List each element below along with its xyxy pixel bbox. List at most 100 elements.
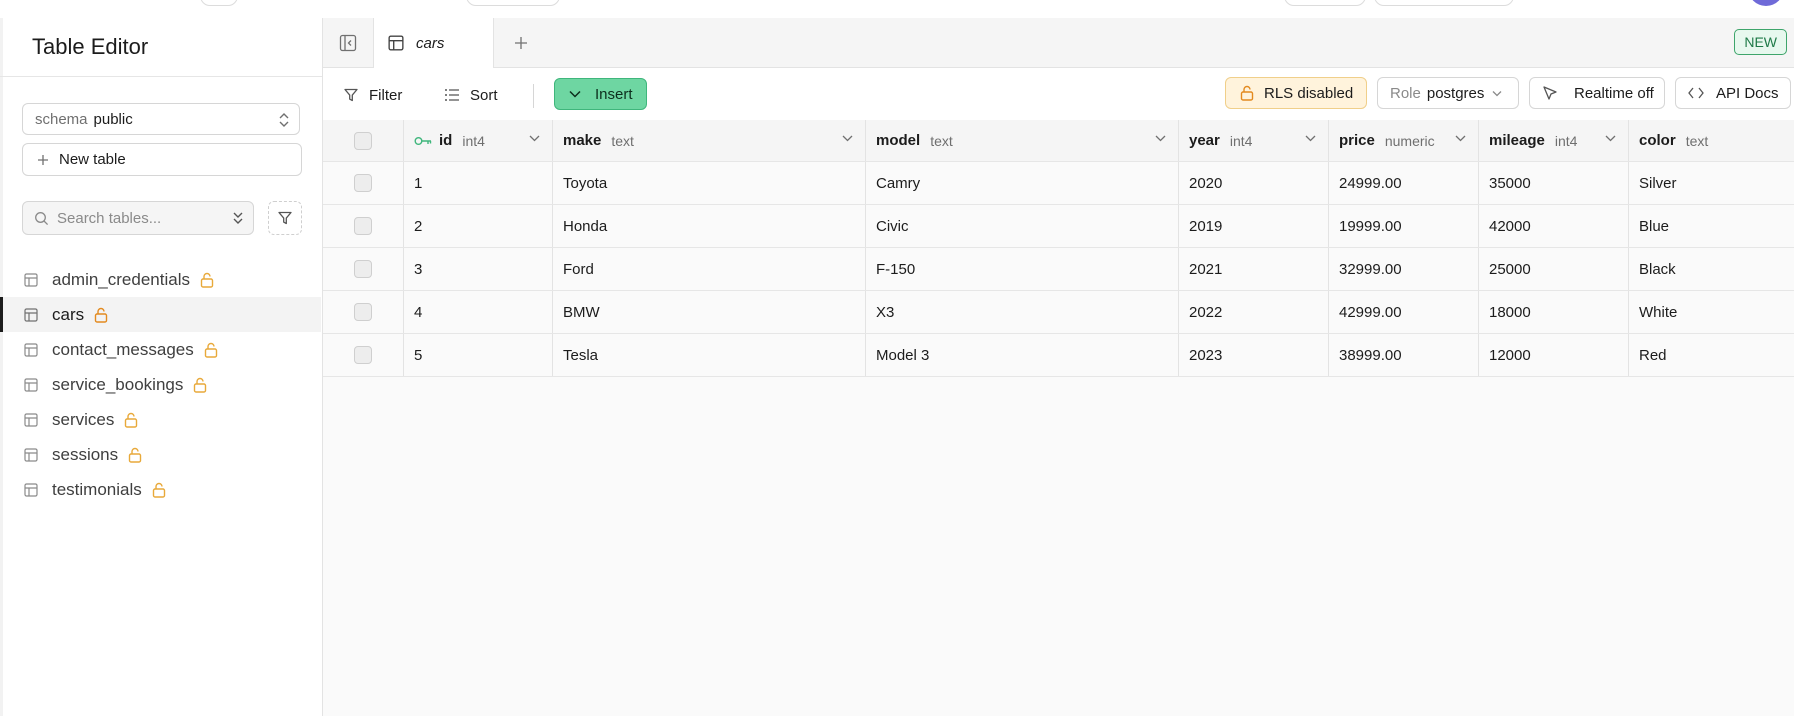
grid-cell[interactable]: 2023 [1179,334,1329,376]
table-list-item[interactable]: sessions [3,437,321,472]
grid-cell[interactable]: 35000 [1479,162,1629,204]
table-row[interactable]: 2 Honda Civic 2019 19999.00 42000 Blue [323,205,1794,248]
table-list-item[interactable]: testimonials [3,472,321,507]
toggle-sidebar-button[interactable] [323,18,374,67]
sidebar: Table Editor schema public New table adm… [0,18,323,716]
column-type: text [930,132,953,149]
table-list-item[interactable]: services [3,402,321,437]
table-row[interactable]: 3 Ford F-150 2021 32999.00 25000 Black [323,248,1794,291]
list-sort-icon [444,88,470,102]
filter-button[interactable]: Filter [343,81,402,109]
table-list-item-active[interactable]: cars [0,297,321,332]
add-tab-button[interactable] [508,30,534,56]
grid-cell[interactable]: 38999.00 [1329,334,1479,376]
grid-header-row: id int4 make text model text year int4 p… [323,120,1794,162]
chevron-down-icon [569,90,595,98]
grid-toolbar: Filter Sort Insert RLS disabled Role pos… [323,68,1794,121]
sort-button[interactable]: Sort [444,81,498,109]
chevron-down-icon[interactable] [1305,135,1316,142]
schema-selector[interactable]: schema public [22,103,300,135]
api-docs-button[interactable]: API Docs [1675,77,1791,109]
table-row[interactable]: 5 Tesla Model 3 2023 38999.00 12000 Red [323,334,1794,377]
table-icon [24,272,38,287]
column-name: id [439,132,453,149]
tab-bar: cars NEW [323,18,1794,68]
grid-cell[interactable]: 4 [404,291,553,333]
grid-cell[interactable]: Camry [866,162,1179,204]
chevrons-down-icon[interactable] [231,210,245,226]
grid-cell[interactable]: 12000 [1479,334,1629,376]
column-header-id[interactable]: id int4 [404,120,553,161]
table-row[interactable]: 4 BMW X3 2022 42999.00 18000 White [323,291,1794,334]
grid-cell[interactable]: White [1629,291,1794,333]
grid-cell[interactable]: Civic [866,205,1179,247]
insert-button[interactable]: Insert [554,78,647,110]
table-row[interactable]: 1 Toyota Camry 2020 24999.00 35000 Silve… [323,162,1794,205]
column-header-mileage[interactable]: mileage int4 [1479,120,1629,161]
top-nav-clipped-button[interactable] [1374,0,1514,6]
grid-cell[interactable]: Ford [553,248,866,290]
column-header-year[interactable]: year int4 [1179,120,1329,161]
top-nav-clipped-button[interactable] [1284,0,1366,6]
grid-cell[interactable]: 2019 [1179,205,1329,247]
column-header-make[interactable]: make text [553,120,866,161]
chevron-down-icon[interactable] [1155,135,1166,142]
grid-cell[interactable]: 19999.00 [1329,205,1479,247]
top-nav-clipped-button[interactable] [466,0,560,6]
role-selector[interactable]: Role postgres [1377,77,1519,109]
grid-cell[interactable]: BMW [553,291,866,333]
select-all-checkbox[interactable] [354,131,372,150]
tab-cars[interactable]: cars [374,18,494,68]
grid-cell[interactable]: Red [1629,334,1794,376]
row-checkbox[interactable] [354,174,372,192]
grid-cell[interactable]: 2020 [1179,162,1329,204]
new-badge[interactable]: NEW [1734,29,1787,55]
grid-cell[interactable]: X3 [866,291,1179,333]
row-checkbox[interactable] [354,217,372,235]
column-type: text [1685,132,1709,149]
column-header-model[interactable]: model text [866,120,1179,161]
grid-cell[interactable]: 42999.00 [1329,291,1479,333]
grid-cell[interactable]: 42000 [1479,205,1629,247]
unlock-icon [1240,85,1264,101]
grid-cell[interactable]: 2 [404,205,553,247]
rls-status-button[interactable]: RLS disabled [1225,77,1367,109]
grid-cell[interactable]: 18000 [1479,291,1629,333]
realtime-button[interactable]: Realtime off [1529,77,1665,109]
new-table-button[interactable]: New table [22,143,302,176]
grid-cell[interactable]: Black [1629,248,1794,290]
grid-cell[interactable]: 3 [404,248,553,290]
grid-cell[interactable]: 24999.00 [1329,162,1479,204]
avatar[interactable] [1748,0,1784,6]
table-list-item[interactable]: service_bookings [3,367,321,402]
filter-tables-button[interactable] [268,201,302,235]
top-nav-clipped-button[interactable] [200,0,238,6]
grid-cell[interactable]: 2021 [1179,248,1329,290]
chevron-down-icon[interactable] [1455,135,1466,142]
row-checkbox[interactable] [354,303,372,321]
grid-cell[interactable]: Blue [1629,205,1794,247]
column-header-color[interactable]: color text [1629,120,1794,161]
grid-cell[interactable]: F-150 [866,248,1179,290]
table-list-item[interactable]: admin_credentials [3,262,321,297]
grid-cell[interactable]: 25000 [1479,248,1629,290]
chevron-down-icon[interactable] [1605,135,1616,142]
grid-cell[interactable]: 32999.00 [1329,248,1479,290]
grid-cell[interactable]: Toyota [553,162,866,204]
row-checkbox[interactable] [354,346,372,364]
grid-cell[interactable]: Honda [553,205,866,247]
chevron-down-icon[interactable] [842,135,853,142]
column-type: text [611,132,634,149]
row-checkbox[interactable] [354,260,372,278]
grid-cell[interactable]: Tesla [553,334,866,376]
table-list-item[interactable]: contact_messages [3,332,321,367]
chevron-down-icon[interactable] [529,135,540,142]
grid-cell[interactable]: Silver [1629,162,1794,204]
grid-cell[interactable]: 5 [404,334,553,376]
grid-cell[interactable]: Model 3 [866,334,1179,376]
table-icon [24,412,38,427]
search-tables-input[interactable] [57,208,217,228]
grid-cell[interactable]: 1 [404,162,553,204]
grid-cell[interactable]: 2022 [1179,291,1329,333]
column-header-price[interactable]: price numeric [1329,120,1479,161]
